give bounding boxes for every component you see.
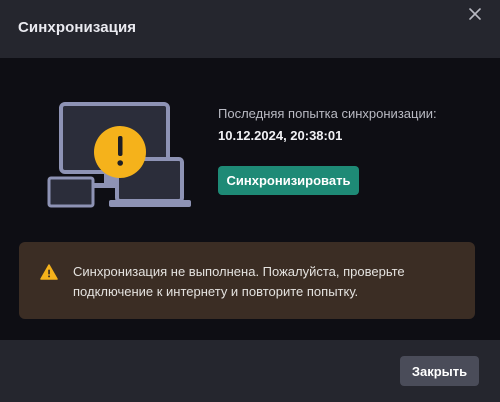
last-sync-date: 10.12.2024, 20:38:01 bbox=[218, 128, 343, 143]
dialog-footer: Закрыть bbox=[0, 340, 500, 402]
sync-dialog: Синхронизация Последняя попытка синхрони… bbox=[0, 0, 500, 402]
close-button[interactable]: Закрыть bbox=[400, 356, 479, 386]
last-sync-label: Последняя попытка синхронизации: bbox=[218, 106, 437, 121]
sync-button[interactable]: Синхронизировать bbox=[218, 166, 359, 195]
alert-message: Синхронизация не выполнена. Пожалуйста, … bbox=[73, 264, 405, 299]
dialog-body: Последняя попытка синхронизации: 10.12.2… bbox=[0, 58, 500, 340]
warning-triangle-icon bbox=[40, 264, 58, 280]
error-alert: Синхронизация не выполнена. Пожалуйста, … bbox=[19, 242, 475, 319]
dialog-title: Синхронизация bbox=[18, 19, 137, 36]
sync-info: Последняя попытка синхронизации: 10.12.2… bbox=[218, 106, 437, 143]
devices-warning-icon bbox=[47, 102, 193, 210]
close-icon[interactable] bbox=[465, 4, 485, 24]
dialog-header: Синхронизация bbox=[0, 0, 500, 58]
